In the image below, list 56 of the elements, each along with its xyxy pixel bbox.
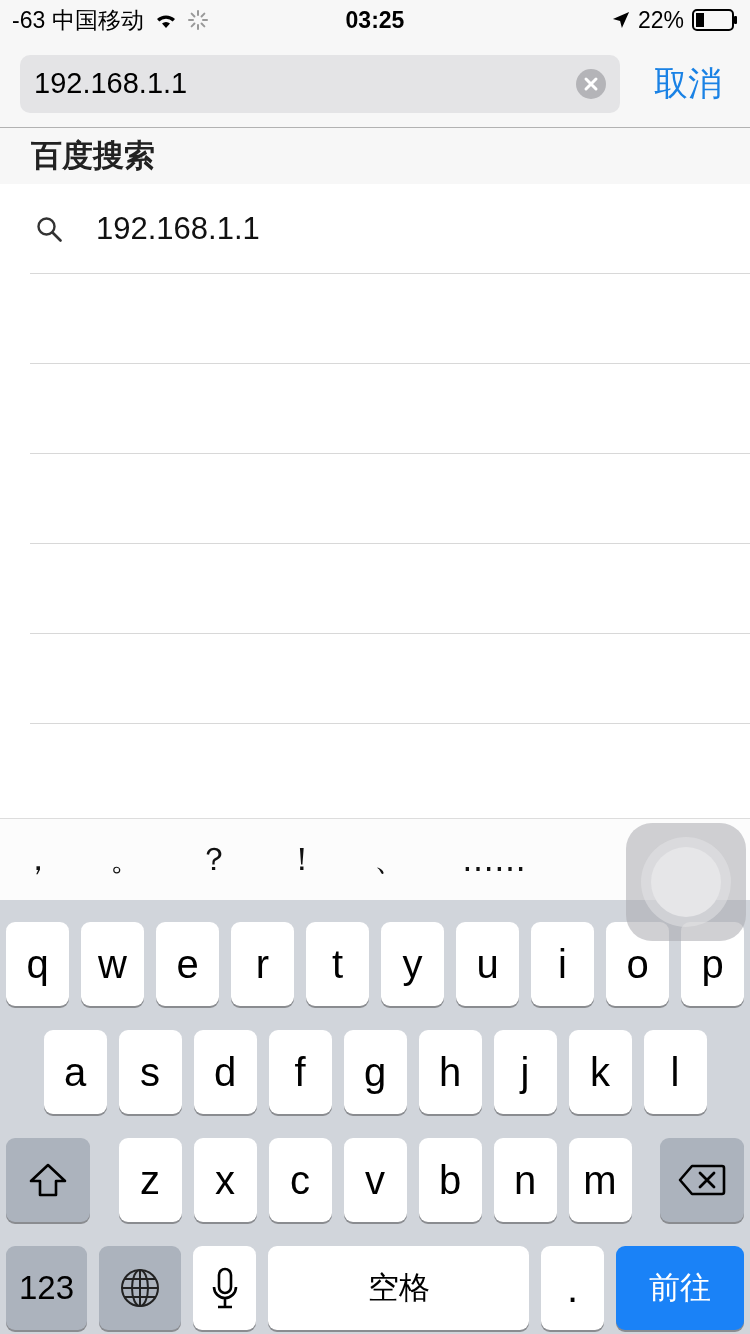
keyboard-key[interactable]: w — [81, 922, 144, 1006]
language-key[interactable] — [99, 1246, 181, 1330]
battery-percent-text: 22% — [637, 6, 684, 34]
go-key[interactable]: 前往 — [616, 1246, 744, 1330]
keyboard-key[interactable]: p — [681, 922, 744, 1006]
keyboard-key[interactable]: y — [381, 922, 444, 1006]
keyboard-key[interactable]: c — [268, 1138, 332, 1222]
search-field[interactable]: 192.168.1.1 — [20, 54, 620, 113]
keyboard-key[interactable]: h — [418, 1030, 482, 1114]
keyboard-key[interactable]: j — [493, 1030, 557, 1114]
keyboard-key[interactable]: e — [156, 922, 219, 1006]
keyboard-key[interactable]: d — [193, 1030, 257, 1114]
keyboard-key[interactable]: o — [606, 922, 669, 1006]
microphone-icon — [211, 1267, 238, 1309]
keyboard-key[interactable]: s — [118, 1030, 182, 1114]
keyboard-key[interactable]: u — [456, 922, 519, 1006]
keyboard-key[interactable]: k — [568, 1030, 632, 1114]
keyboard-key[interactable]: z — [118, 1138, 182, 1222]
battery-icon — [692, 9, 738, 31]
keyboard-key[interactable]: n — [493, 1138, 557, 1222]
loading-spinner-icon — [187, 10, 208, 30]
clock-text: 03:25 — [344, 6, 406, 34]
candidate-key[interactable]: ！ — [286, 837, 374, 882]
clear-icon — [576, 68, 606, 99]
keyboard-key[interactable]: q — [6, 922, 69, 1006]
search-suggestion[interactable]: 192.168.1.1 — [30, 184, 750, 274]
keyboard-key[interactable]: m — [568, 1138, 632, 1222]
globe-icon — [120, 1268, 160, 1308]
candidate-key[interactable]: 。 — [110, 837, 198, 882]
carrier-text: -63 中国移动 — [12, 5, 144, 35]
keyboard-key[interactable]: g — [343, 1030, 407, 1114]
keyboard-key[interactable]: . — [541, 1246, 604, 1330]
candidate-key[interactable]: ， — [22, 837, 110, 882]
candidate-key[interactable]: 、 — [374, 837, 462, 882]
section-title: 百度搜索 — [31, 137, 155, 175]
keyboard-key[interactable]: r — [231, 922, 294, 1006]
shift-icon — [28, 1162, 68, 1198]
keyboard-key[interactable]: t — [306, 922, 369, 1006]
search-icon — [36, 215, 62, 242]
keyboard-key[interactable]: l — [643, 1030, 707, 1114]
keyboard-key[interactable]: i — [531, 922, 594, 1006]
backspace-icon — [678, 1164, 726, 1196]
space-key[interactable]: 空格 — [268, 1246, 529, 1330]
dictation-key[interactable] — [193, 1246, 256, 1330]
backspace-key[interactable] — [660, 1138, 744, 1222]
numbers-key[interactable]: 123 — [6, 1246, 87, 1330]
keyboard-key[interactable]: x — [193, 1138, 257, 1222]
keyboard-key[interactable]: a — [43, 1030, 107, 1114]
keyboard-key[interactable]: v — [343, 1138, 407, 1222]
candidate-key[interactable]: ？ — [198, 837, 286, 882]
cancel-button[interactable]: 取消 — [646, 60, 730, 107]
keyboard-key[interactable]: b — [418, 1138, 482, 1222]
candidate-key[interactable]: …… — [462, 840, 550, 879]
location-arrow-icon — [611, 11, 630, 29]
shift-key[interactable] — [6, 1138, 90, 1222]
keyboard-key[interactable]: f — [268, 1030, 332, 1114]
